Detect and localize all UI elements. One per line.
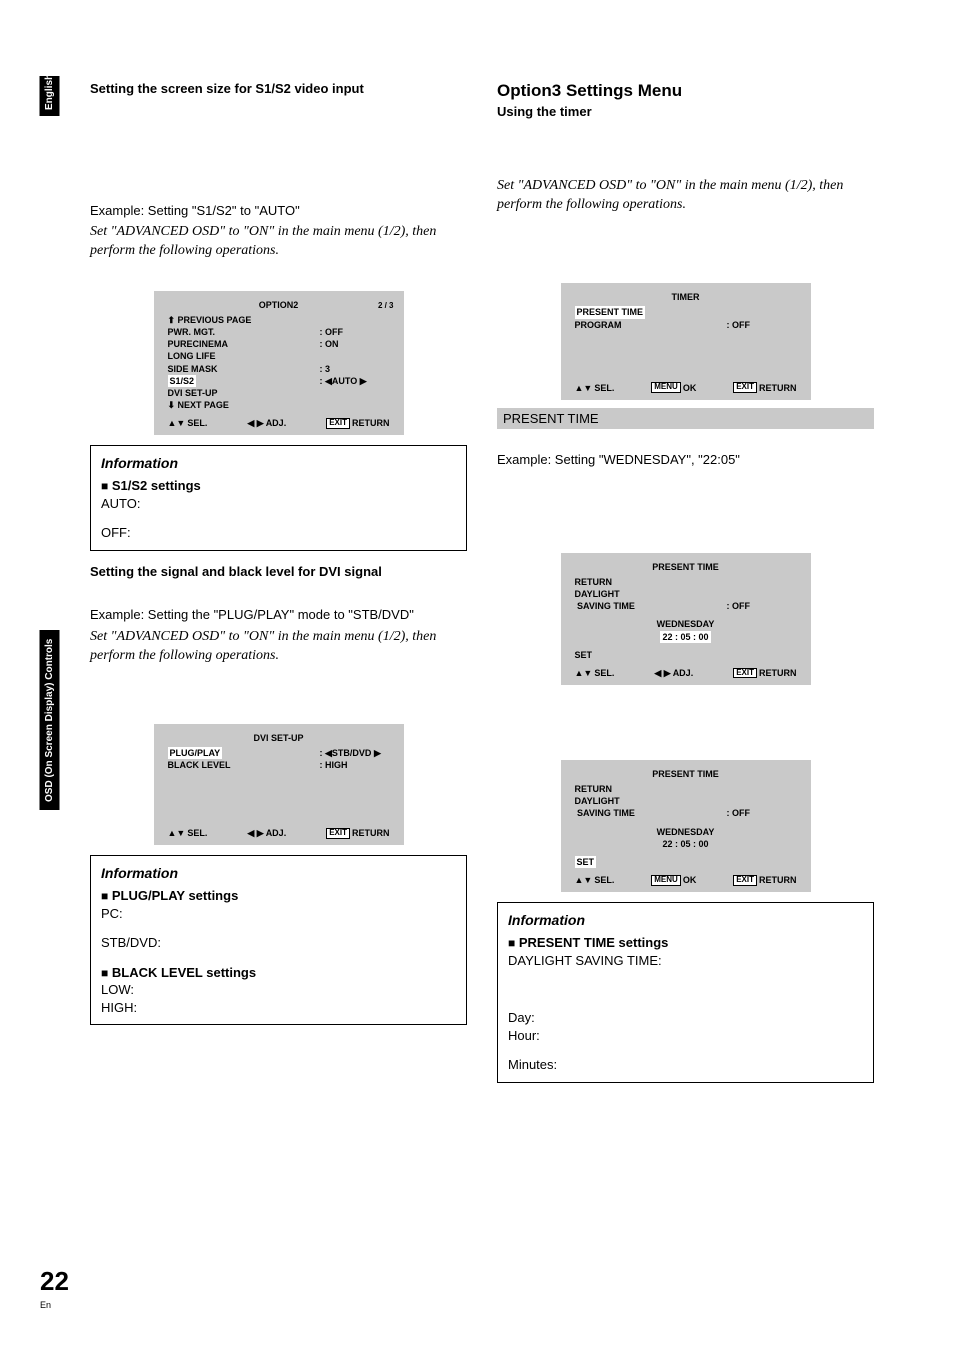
heading-s1s2: Setting the screen size for S1/S2 video … xyxy=(90,80,467,98)
osd-p1-exit: EXITRETURN xyxy=(733,667,796,679)
info-pc: PC: xyxy=(101,905,456,923)
osd-row-s1s2-label: S1/S2 xyxy=(168,375,197,387)
osd-p2-set: SET xyxy=(575,856,597,868)
osd-p1-set: SET xyxy=(575,649,593,661)
note-timer: Set "ADVANCED OSD" to "ON" in the main m… xyxy=(497,177,874,215)
osd-p2-exit: EXITRETURN xyxy=(733,874,796,886)
info-dvi: Information ■ PLUG/PLAY settings PC: STB… xyxy=(90,855,467,1025)
info-off: OFF: xyxy=(101,524,456,542)
info-pt-day: Day: xyxy=(508,1009,863,1027)
osd-option2: OPTION2 2 / 3 ⬆ PREVIOUS PAGE PWR. MGT.:… xyxy=(154,291,404,435)
osd-row-side-label: SIDE MASK xyxy=(168,363,218,375)
info-s1s2: Information ■ S1/S2 settings AUTO: OFF: xyxy=(90,445,467,551)
note-dvi: Set "ADVANCED OSD" to "ON" in the main m… xyxy=(90,628,467,666)
osd-timer-title: TIMER xyxy=(571,291,801,303)
right-column: Option3 Settings Menu Using the timer Se… xyxy=(497,80,874,1083)
note-s1s2: Set "ADVANCED OSD" to "ON" in the main m… xyxy=(90,223,467,261)
osd-p2-dlval: : OFF xyxy=(727,807,797,819)
osd-row-long-label: LONG LIFE xyxy=(168,350,216,362)
osd-p1-dl1: DAYLIGHT xyxy=(575,588,620,600)
example-s1s2: Example: Setting "S1/S2" to "AUTO" xyxy=(90,202,467,220)
osd-footer-sel: ▲▼SEL. xyxy=(168,417,208,429)
osd-p1-title: PRESENT TIME xyxy=(571,561,801,573)
caption-present-time: PRESENT TIME xyxy=(497,408,874,430)
osd-p2-sel: ▲▼SEL. xyxy=(575,874,615,886)
osd-p1-return: RETURN xyxy=(575,576,613,588)
osd-row-pwr-label: PWR. MGT. xyxy=(168,326,216,338)
osd-title: OPTION2 xyxy=(259,299,299,311)
osd-timer-present: PRESENT TIME xyxy=(575,306,646,318)
info-pt-min: Minutes: xyxy=(508,1056,863,1074)
info-present-time: Information ■ PRESENT TIME settings DAYL… xyxy=(497,902,874,1083)
osd-row-pure-label: PURECINEMA xyxy=(168,338,229,350)
page-number: 22 En xyxy=(40,1264,69,1311)
osd-timer-program: PROGRAM xyxy=(575,319,622,331)
osd-dvi-black-label: BLACK LEVEL xyxy=(168,759,231,771)
osd-dvi-title: DVI SET-UP xyxy=(164,732,394,744)
osd-dvi-sel: ▲▼SEL. xyxy=(168,827,208,839)
osd-dvi-plug-label: PLUG/PLAY xyxy=(168,747,223,759)
info-high: HIGH: xyxy=(101,999,456,1017)
info-dvi-title: Information xyxy=(101,864,456,883)
osd-dvi-black-val: : HIGH xyxy=(320,759,390,771)
osd-p2-ok: MENUOK xyxy=(651,874,696,886)
osd-p2-time: 22 : 05 : 00 xyxy=(571,838,801,850)
page-content: Setting the screen size for S1/S2 video … xyxy=(90,80,875,1083)
osd-p2-title: PRESENT TIME xyxy=(571,768,801,780)
osd-dvi-plug-val: : ◀STB/DVD ▶ xyxy=(320,747,390,759)
osd-prev: ⬆ PREVIOUS PAGE xyxy=(168,314,252,326)
sidebar-language-tab: English xyxy=(40,76,60,116)
osd-timer-ok: MENUOK xyxy=(651,382,696,394)
osd-p1-dl2: SAVING TIME xyxy=(575,600,635,612)
osd-timer-exit: EXITRETURN xyxy=(733,382,796,394)
osd-footer-exit: EXITRETURN xyxy=(326,417,389,429)
osd-row-dvi-label: DVI SET-UP xyxy=(168,387,218,399)
osd-present-2: PRESENT TIME RETURN DAYLIGHT SAVING TIME… xyxy=(561,760,811,892)
osd-timer: TIMER PRESENT TIME PROGRAM : OFF ▲▼SEL. M… xyxy=(561,283,811,400)
info-pt-hour: Hour: xyxy=(508,1027,863,1045)
info-pt-sub: ■ PRESENT TIME settings xyxy=(508,934,863,952)
sidebar-osd-tab: OSD (On Screen Display) Controls xyxy=(40,630,60,810)
heading-timer: Using the timer xyxy=(497,103,874,121)
info-pt-dst: DAYLIGHT SAVING TIME: xyxy=(508,952,863,970)
osd-row-pwr-val: : OFF xyxy=(320,326,390,338)
info-dvi-sub2: ■ BLACK LEVEL settings xyxy=(101,964,456,982)
osd-p2-dl1: DAYLIGHT xyxy=(575,795,620,807)
heading-option3: Option3 Settings Menu xyxy=(497,80,874,103)
left-column: Setting the screen size for S1/S2 video … xyxy=(90,80,467,1083)
osd-row-s1s2-val: : ◀AUTO ▶ xyxy=(320,375,390,387)
osd-present-1: PRESENT TIME RETURN DAYLIGHT SAVING TIME… xyxy=(561,553,811,685)
osd-footer-adj: ◀ ▶ADJ. xyxy=(247,417,286,429)
osd-dvi-adj: ◀ ▶ADJ. xyxy=(247,827,286,839)
osd-timer-program-val: : OFF xyxy=(727,319,797,331)
info-sub: ■ S1/S2 settings xyxy=(101,477,456,495)
osd-p1-time: 22 : 05 : 00 xyxy=(660,631,710,643)
osd-p1-day: WEDNESDAY xyxy=(571,618,801,630)
osd-dvi-exit: EXITRETURN xyxy=(326,827,389,839)
osd-row-side-val: : 3 xyxy=(320,363,390,375)
osd-p1-adj: ◀ ▶ADJ. xyxy=(654,667,693,679)
info-low: LOW: xyxy=(101,981,456,999)
info-dvi-sub1: ■ PLUG/PLAY settings xyxy=(101,887,456,905)
osd-row-pure-val: : ON xyxy=(320,338,390,350)
osd-timer-sel: ▲▼SEL. xyxy=(575,382,615,394)
osd-p1-dlval: : OFF xyxy=(727,600,797,612)
osd-next: ⬇ NEXT PAGE xyxy=(168,399,229,411)
info-title: Information xyxy=(101,454,456,473)
info-pt-title: Information xyxy=(508,911,863,930)
osd-p1-sel: ▲▼SEL. xyxy=(575,667,615,679)
osd-p2-dl2: SAVING TIME xyxy=(575,807,635,819)
example-dvi: Example: Setting the "PLUG/PLAY" mode to… xyxy=(90,606,467,624)
info-auto: AUTO: xyxy=(101,495,456,513)
example-wednesday: Example: Setting "WEDNESDAY", "22:05" xyxy=(497,451,874,469)
osd-page: 2 / 3 xyxy=(298,301,393,312)
osd-dvi: DVI SET-UP PLUG/PLAY : ◀STB/DVD ▶ BLACK L… xyxy=(154,724,404,846)
heading-dvi: Setting the signal and black level for D… xyxy=(90,563,467,581)
osd-p2-day: WEDNESDAY xyxy=(571,826,801,838)
info-stb: STB/DVD: xyxy=(101,934,456,952)
osd-p2-return: RETURN xyxy=(575,783,613,795)
